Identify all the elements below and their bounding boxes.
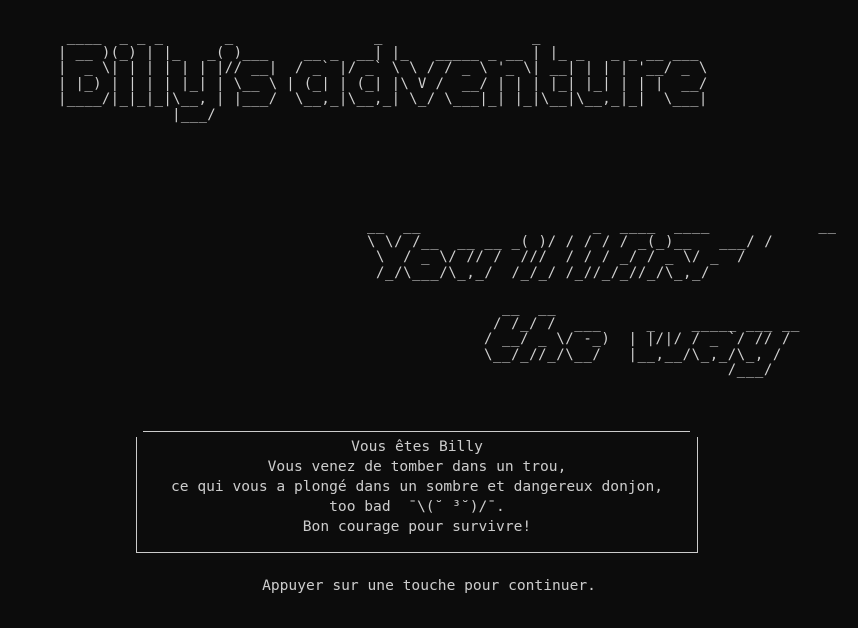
ascii-title-billys-adventure: ____ _ _ _ _ _ _ | __ )(_) | |_ _( )___ … — [58, 29, 708, 123]
ascii-subtitle-the-way: __ __ / /_/ / ___ _ _____ ___ __ / __/ _… — [484, 300, 801, 378]
intro-line-dungeon: ce qui vous a plongé dans un sombre et d… — [170, 478, 664, 495]
intro-message-box: Vous êtes Billy Vous venez de tomber dan… — [136, 419, 698, 554]
terminal-window[interactable]: ____ _ _ _ _ _ _ | __ )(_) | |_ _( )___ … — [0, 0, 858, 628]
intro-line-fell: Vous venez de tomber dans un trou, — [267, 458, 567, 475]
ascii-subtitle-youve-fallen: __ __ _ ____ ____ __ \ \/ /__ __ __ _( )… — [367, 218, 837, 281]
box-border-bottom — [136, 552, 698, 553]
intro-line-identity: Vous êtes Billy — [351, 438, 483, 455]
box-border-top — [143, 431, 690, 432]
intro-line-good-luck: Bon courage pour survivre! — [302, 518, 532, 535]
intro-line-too-bad: too bad ¯\(˘ ³˘)/¯. — [329, 498, 505, 515]
press-any-key-prompt[interactable]: Appuyer sur une touche pour continuer. — [0, 576, 858, 596]
